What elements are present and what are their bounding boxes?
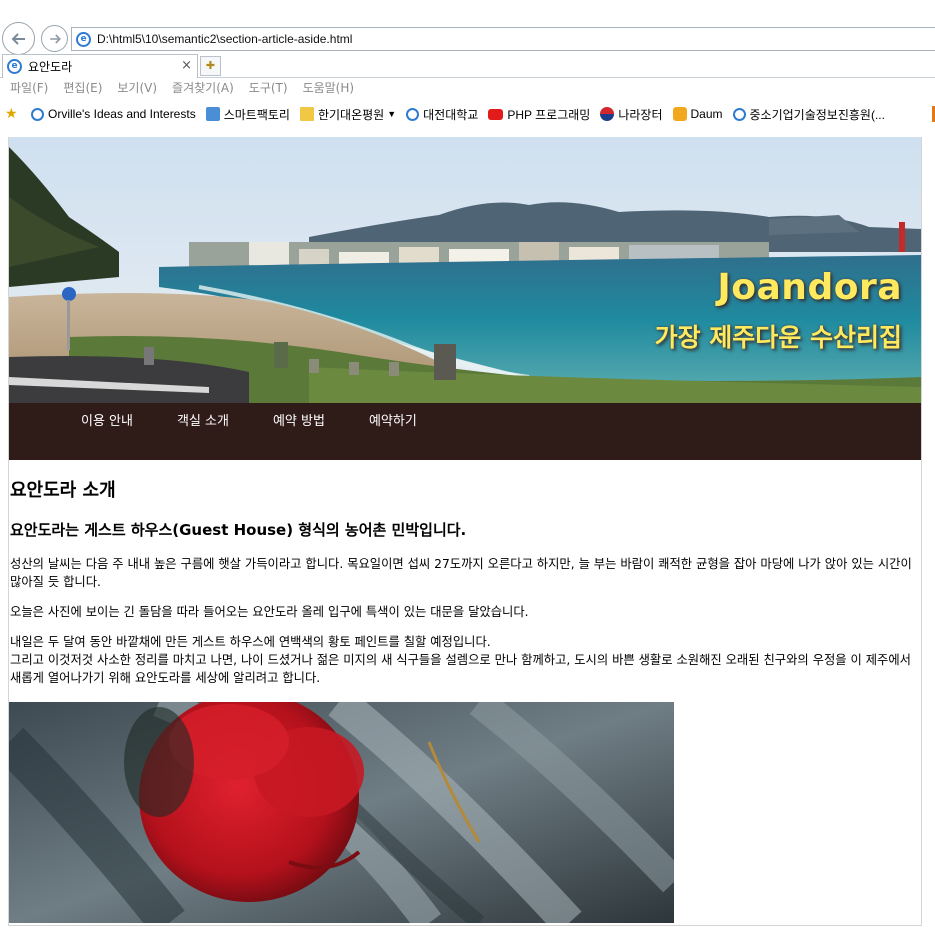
ie-tab-icon: e (7, 59, 22, 74)
tab-active[interactable]: e 요안도라 × (2, 54, 198, 78)
favorite-label: 한기대온평원 (317, 107, 385, 122)
ie-page-icon: e (76, 31, 91, 47)
favorites-bar: ★ Orville's Ideas and Interests 스마트팩토리 한… (0, 102, 935, 126)
forward-button[interactable] (41, 25, 68, 52)
favorite-item[interactable]: 스마트팩토리 (205, 106, 290, 123)
favorite-item[interactable]: 나라장터 (600, 106, 663, 123)
menu-bar: 파일(F) 편집(E) 보기(V) 즐겨찾기(A) 도구(T) 도움말(H) (0, 79, 359, 99)
favorite-folder[interactable]: 한기대온평원 ▼ (299, 106, 397, 123)
tab-close-icon[interactable]: × (181, 58, 192, 73)
new-tab-button[interactable]: ✚ (200, 56, 221, 76)
tab-title: 요안도라 (28, 60, 73, 74)
menu-view[interactable]: 보기(V) (117, 79, 157, 99)
menu-tools[interactable]: 도구(T) (249, 79, 288, 99)
daum-icon (672, 107, 687, 121)
menu-file[interactable]: 파일(F) (10, 79, 48, 99)
favorite-item[interactable]: Daum (672, 107, 723, 121)
article-heading: 요안도라는 게스트 하우스(Guest House) 형식의 농어촌 민박입니다… (10, 521, 467, 539)
hero-title: Joandora (717, 267, 902, 308)
nav-link-rooms[interactable]: 객실 소개 (177, 413, 229, 431)
menu-favorites[interactable]: 즐겨찾기(A) (172, 79, 234, 99)
favorite-label: 나라장터 (618, 107, 663, 122)
tab-strip: e 요안도라 × ✚ (0, 54, 935, 78)
camellia-photo (9, 702, 674, 923)
menu-edit[interactable]: 편집(E) (63, 79, 102, 99)
cloud-icon (205, 107, 220, 121)
nav-link-info[interactable]: 이용 안내 (81, 413, 133, 431)
favorite-label: Daum (690, 107, 723, 121)
ie-page-icon (31, 107, 44, 121)
favorite-label: Orville's Ideas and Interests (48, 107, 196, 121)
favorite-item[interactable]: Orville's Ideas and Interests (31, 107, 196, 121)
paragraph-weather: 성산의 날씨는 다음 주 내내 높은 구름에 햇살 가득이라고 합니다. 목요일… (10, 557, 912, 589)
menu-help[interactable]: 도움말(H) (303, 79, 355, 99)
nav-link-reserve[interactable]: 예약하기 (369, 413, 417, 431)
paragraph-plans-line2: 그리고 이것저것 사소한 정리를 마치고 나면, 나이 드셨거나 젊은 미지의 … (10, 653, 911, 685)
chevron-down-icon: ▼ (387, 109, 397, 119)
favorite-label: 대전대학교 (423, 107, 479, 122)
folder-icon (299, 107, 314, 121)
korea-flag-icon (600, 107, 615, 121)
hero-banner: Joandora 가장 제주다운 수산리집 (9, 137, 921, 403)
nav-link-howto[interactable]: 예약 방법 (273, 413, 325, 431)
section-heading: 요안도라 소개 (10, 480, 116, 501)
browser-chrome: e D:\html5\10\semantic2\section-article-… (0, 0, 935, 128)
favorites-star-icon[interactable]: ★ (5, 106, 23, 122)
address-text[interactable]: D:\html5\10\semantic2\section-article-as… (97, 32, 352, 46)
favorite-item[interactable]: 대전대학교 (406, 106, 478, 123)
favorite-label: PHP 프로그래밍 (507, 107, 591, 122)
favorite-item[interactable]: 중소기업기술정보진흥원(... (732, 106, 885, 123)
main-content: 요안도라 소개 요안도라는 게스트 하우스(Guest House) 형식의 농… (9, 480, 921, 687)
site-nav: 이용 안내 객실 소개 예약 방법 예약하기 (9, 403, 921, 460)
paragraph-gate: 오늘은 사진에 보이는 긴 돌담을 따라 들어오는 요안도라 올레 입구에 특색… (10, 605, 529, 619)
hero-subtitle: 가장 제주다운 수산리집 (654, 323, 902, 352)
paragraph-plans: 내일은 두 달여 동안 바깥채에 만든 게스트 하우스에 연백색의 황토 페인트… (10, 633, 921, 687)
back-arrow-icon (11, 32, 25, 45)
new-tab-icon: ✚ (205, 59, 216, 72)
favorite-item[interactable]: PHP 프로그래밍 (488, 106, 590, 123)
youtube-icon (488, 108, 504, 120)
favorite-label: 중소기업기술정보진흥원(... (749, 107, 885, 122)
address-bar[interactable]: e D:\html5\10\semantic2\section-article-… (71, 27, 935, 51)
back-button[interactable] (2, 22, 35, 55)
paragraph-plans-line1: 내일은 두 달여 동안 바깥채에 만든 게스트 하우스에 연백색의 황토 페인트… (10, 635, 491, 649)
page-viewport: Joandora 가장 제주다운 수산리집 이용 안내 객실 소개 예약 방법 … (8, 137, 922, 926)
forward-arrow-icon (49, 33, 61, 44)
ie-page-icon (406, 107, 420, 121)
camellia-on-roof-image (9, 702, 674, 923)
favorite-label: 스마트팩토리 (223, 107, 290, 122)
ie-page-icon (732, 107, 746, 121)
